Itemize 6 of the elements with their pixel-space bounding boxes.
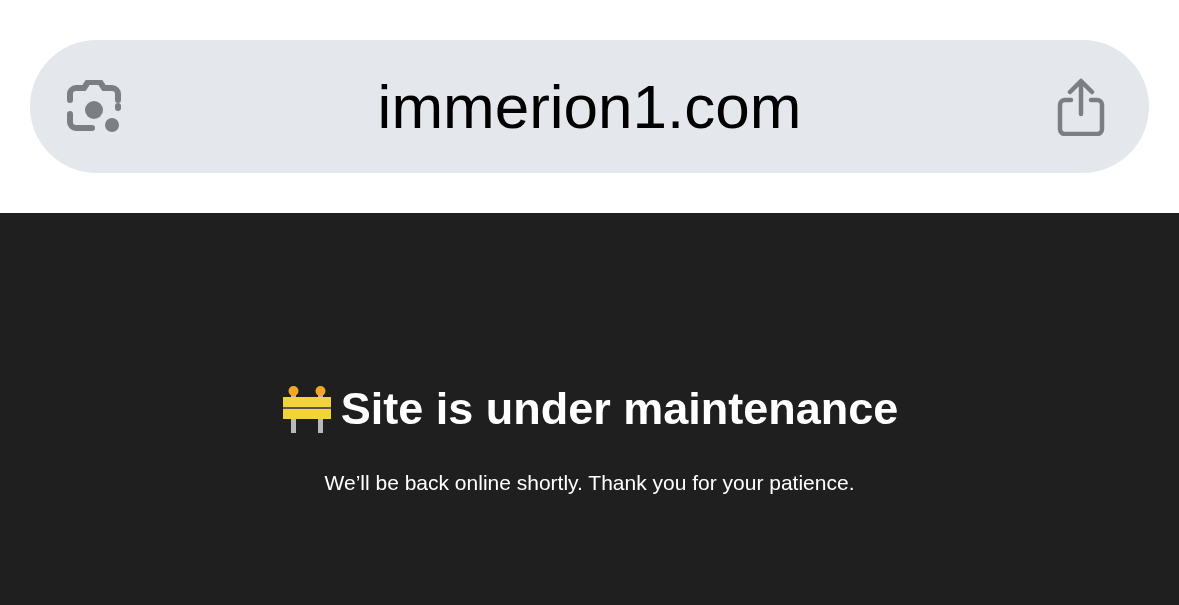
share-icon[interactable] — [1057, 77, 1105, 136]
maintenance-message: We’ll be back online shortly. Thank you for your patience. — [324, 471, 855, 495]
camera-icon[interactable] — [66, 79, 122, 134]
url-text[interactable]: immerion1.com — [377, 71, 802, 142]
maintenance-heading: Site is under maintenance — [340, 383, 899, 435]
barrier-icon — [280, 385, 333, 433]
